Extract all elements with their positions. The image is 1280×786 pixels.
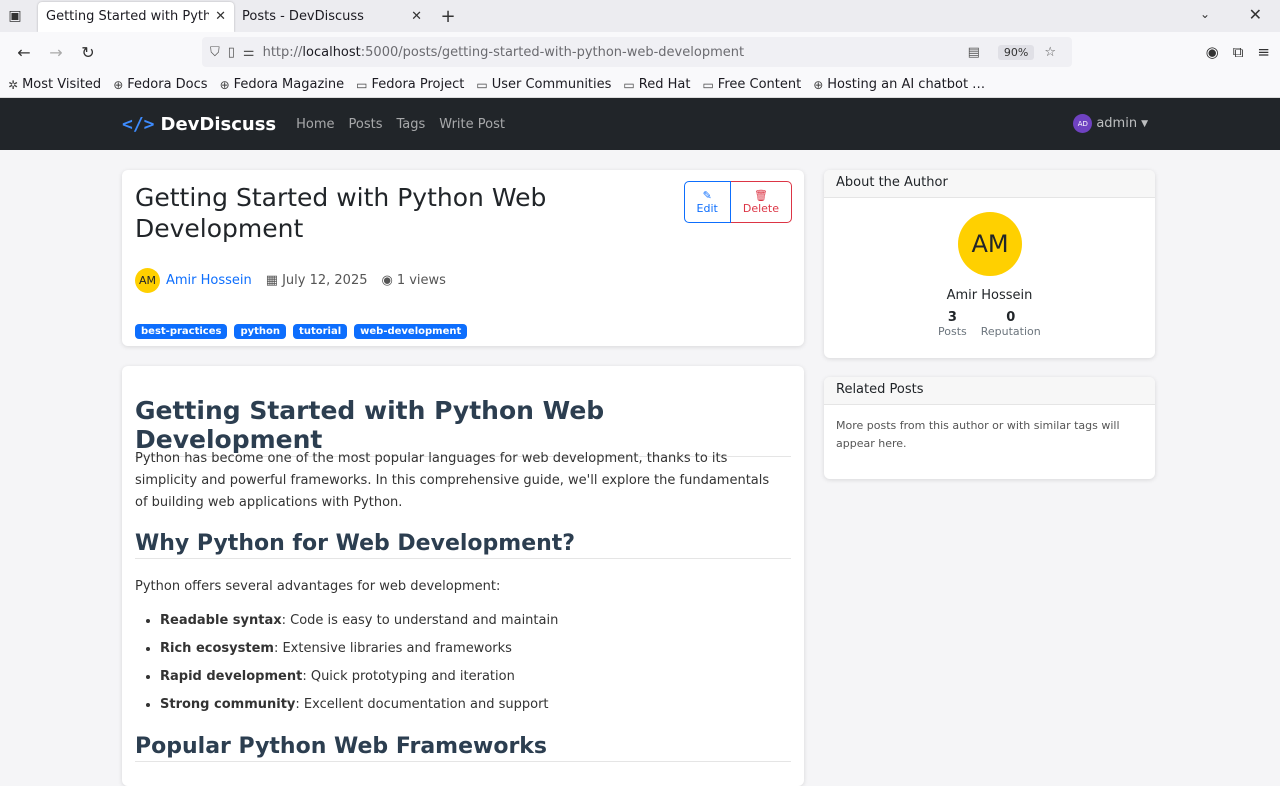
- delete-label: Delete: [742, 202, 779, 215]
- shield-icon: ⛉: [210, 44, 220, 60]
- nav-write-post[interactable]: Write Post: [439, 117, 505, 132]
- related-posts-card: Related Posts More posts from this autho…: [824, 377, 1155, 479]
- account-icon[interactable]: ◉: [1206, 43, 1219, 61]
- site-navbar: </> DevDiscuss Home Posts Tags Write Pos…: [0, 98, 1280, 150]
- author-avatar-large: AM: [958, 212, 1022, 276]
- bookmark-free-content[interactable]: ▭ Free Content: [702, 77, 801, 92]
- tab-list-icon[interactable]: ▣: [0, 0, 30, 32]
- list-item: Readable syntax: Code is easy to underst…: [160, 610, 558, 632]
- gear-icon: ✲: [8, 77, 19, 92]
- nav-posts[interactable]: Posts: [349, 117, 383, 132]
- tag-badge[interactable]: best-practices: [135, 324, 228, 339]
- browser-toolbar: ← → ↻ ⛉ ▯ ⚌ http://localhost:5000/posts/…: [0, 32, 1280, 72]
- new-tab-button[interactable]: +: [434, 6, 462, 27]
- username: admin: [1096, 116, 1138, 131]
- author-link[interactable]: Amir Hossein: [166, 273, 252, 288]
- edit-button[interactable]: ✎ Edit: [683, 181, 731, 223]
- post-header-card: Getting Started with Python Web Developm…: [122, 170, 804, 346]
- about-author-card: About the Author AM Amir Hossein 3 Posts…: [824, 170, 1155, 358]
- nav-home[interactable]: Home: [296, 117, 334, 132]
- post-views: 1 views: [396, 273, 446, 288]
- post-date: July 12, 2025: [282, 273, 368, 288]
- caret-down-icon: ▼: [1141, 118, 1148, 129]
- browser-tab-bar: ▣ Getting Started with Python \ ✕ Posts …: [0, 0, 1280, 32]
- list-item: Strong community: Excellent documentatio…: [160, 694, 558, 716]
- globe-icon: ⊕: [113, 77, 124, 92]
- bookmarks-bar: ✲ Most Visited ⊕ Fedora Docs ⊕ Fedora Magaz…: [0, 72, 1280, 98]
- page-icon: ▯: [227, 44, 235, 60]
- bookmark-fedora-magazine[interactable]: ⊕ Fedora Magazine: [220, 77, 345, 92]
- folder-icon: ▭: [623, 77, 635, 92]
- post-actions: ✎ Edit 🗑 Delete: [683, 181, 792, 223]
- menu-icon[interactable]: ≡: [1257, 43, 1270, 61]
- list-item: Rich ecosystem: Extensive libraries and …: [160, 638, 558, 660]
- page-content: Getting Started with Python Web Developm…: [0, 150, 1280, 786]
- post-title: Getting Started with Python Web Developm…: [135, 183, 547, 243]
- author-avatar: AM: [135, 268, 160, 293]
- eye-icon: ◉: [381, 273, 393, 288]
- author-stats: 3 Posts 0 Reputation: [938, 310, 1041, 338]
- reload-icon[interactable]: ↻: [72, 36, 104, 68]
- close-tab-icon[interactable]: ✕: [215, 9, 226, 24]
- permissions-icon: ⚌: [242, 44, 255, 60]
- extensions-icon[interactable]: ⧉: [1233, 43, 1244, 61]
- window-close-icon[interactable]: ✕: [1249, 5, 1262, 24]
- reader-mode-icon[interactable]: ▤: [968, 45, 980, 60]
- bookmark-fedora-docs[interactable]: ⊕ Fedora Docs: [113, 77, 207, 92]
- list-item: Rapid development: Quick prototyping and…: [160, 666, 558, 688]
- tag-badge[interactable]: tutorial: [293, 324, 348, 339]
- related-posts-text: More posts from this author or with simi…: [836, 419, 1120, 450]
- back-icon[interactable]: ←: [8, 36, 40, 68]
- folder-icon: ▭: [356, 77, 368, 92]
- post-tags: best-practices python tutorial web-devel…: [135, 324, 468, 339]
- code-icon: </>: [122, 113, 155, 135]
- content-heading-3: Popular Python Web Frameworks: [135, 734, 791, 762]
- post-meta: AM Amir Hossein ▦ July 12, 2025 ◉ 1 view…: [135, 268, 446, 293]
- bookmark-user-communities[interactable]: ▭ User Communities: [476, 77, 611, 92]
- trash-icon: 🗑: [753, 189, 768, 202]
- calendar-icon: ▦: [265, 273, 279, 288]
- bookmark-most-visited[interactable]: ✲ Most Visited: [8, 77, 101, 92]
- bookmark-red-hat[interactable]: ▭ Red Hat: [623, 77, 690, 92]
- stat-reputation: 0 Reputation: [980, 310, 1041, 338]
- card-header: Related Posts: [824, 377, 1155, 405]
- brand-name: DevDiscuss: [160, 113, 277, 135]
- content-heading-2: Why Python for Web Development?: [135, 531, 791, 559]
- card-header: About the Author: [824, 170, 1155, 198]
- tab-posts[interactable]: Posts - DevDiscuss ✕: [234, 2, 430, 32]
- advantages-paragraph: Python offers several advantages for web…: [135, 579, 501, 594]
- post-body-card: Getting Started with Python Web Developm…: [122, 366, 804, 786]
- avatar: AD: [1073, 114, 1093, 133]
- stat-posts: 3 Posts: [938, 310, 967, 338]
- forward-icon[interactable]: →: [40, 36, 72, 68]
- folder-icon: ▭: [476, 77, 488, 92]
- advantages-list: Readable syntax: Code is easy to underst…: [160, 610, 558, 722]
- tag-badge[interactable]: web-development: [354, 324, 468, 339]
- close-tab-icon[interactable]: ✕: [411, 9, 422, 24]
- tag-badge[interactable]: python: [234, 324, 287, 339]
- chevron-down-icon[interactable]: ⌄: [1200, 7, 1210, 21]
- folder-icon: ▭: [702, 77, 714, 92]
- url-bar[interactable]: ⛉ ▯ ⚌ http://localhost:5000/posts/gettin…: [202, 37, 1072, 67]
- globe-icon: ⊕: [813, 77, 824, 92]
- nav-tags[interactable]: Tags: [397, 117, 426, 132]
- edit-label: Edit: [696, 202, 718, 215]
- url-text: http://localhost:5000/posts/getting-star…: [262, 44, 745, 60]
- author-name: Amir Hossein: [946, 288, 1033, 303]
- user-menu[interactable]: AD admin ▼: [1073, 114, 1148, 133]
- tab-title: Getting Started with Python \: [46, 9, 210, 24]
- tab-active[interactable]: Getting Started with Python \ ✕: [38, 1, 234, 32]
- intro-paragraph: Python has become one of the most popula…: [135, 451, 770, 510]
- tab-title: Posts - DevDiscuss: [242, 9, 364, 24]
- brand-logo[interactable]: </> DevDiscuss: [122, 114, 276, 135]
- star-icon[interactable]: ☆: [1044, 45, 1056, 60]
- delete-button[interactable]: 🗑 Delete: [730, 181, 792, 223]
- edit-icon: ✎: [702, 189, 712, 202]
- bookmark-fedora-project[interactable]: ▭ Fedora Project: [356, 77, 464, 92]
- zoom-indicator[interactable]: 90%: [997, 44, 1035, 60]
- globe-icon: ⊕: [219, 77, 230, 92]
- bookmark-hosting-ai[interactable]: ⊕ Hosting an AI chatbot …: [813, 77, 985, 92]
